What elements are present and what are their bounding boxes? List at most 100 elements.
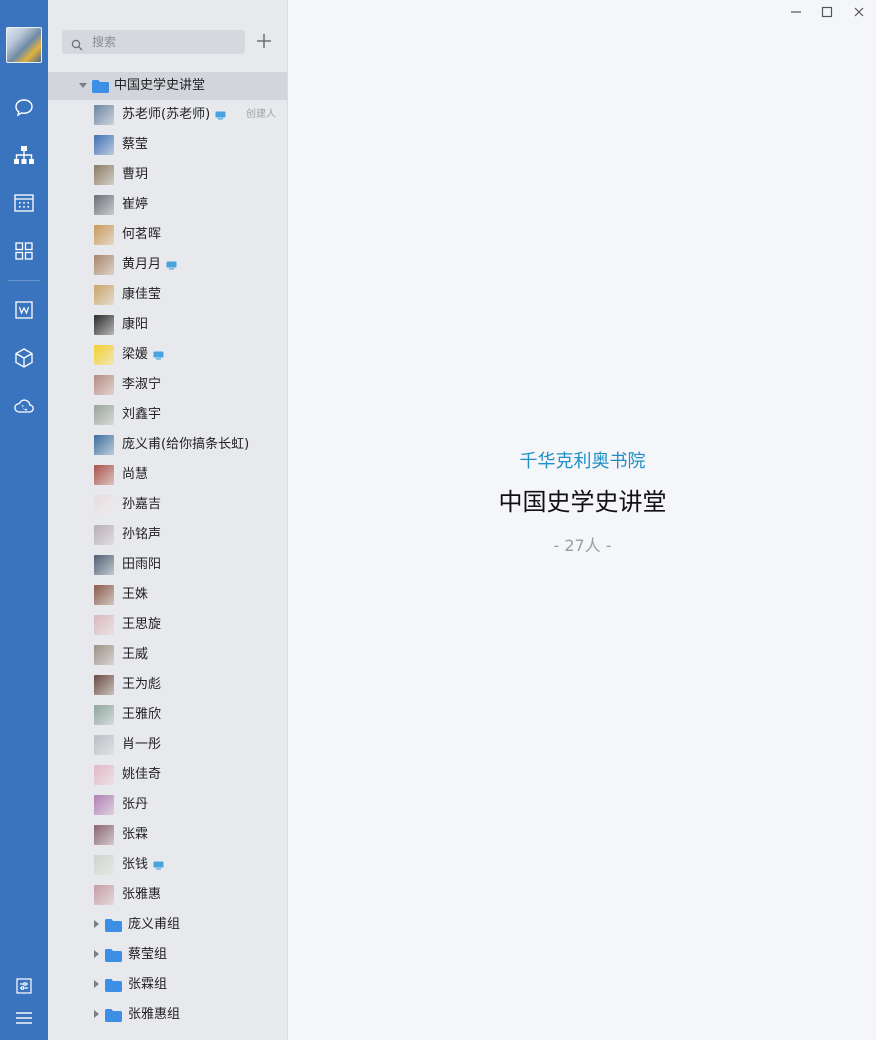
- group-title: 中国史学史讲堂: [498, 488, 667, 516]
- member-name: 刘鑫宇: [122, 407, 162, 422]
- member-row[interactable]: 王为彪: [48, 670, 287, 700]
- subgroup-list: 庞义甫组蔡莹组张霖组 张雅惠组: [48, 910, 287, 1030]
- member-row[interactable]: 王雅欣: [48, 700, 287, 730]
- subgroup-row[interactable]: 蔡莹组: [48, 940, 287, 970]
- avatar: [94, 405, 114, 425]
- chevron-right-icon[interactable]: [94, 1010, 99, 1018]
- folder-icon: [105, 979, 122, 992]
- avatar: [94, 165, 114, 185]
- chevron-right-icon[interactable]: [94, 920, 99, 928]
- member-row[interactable]: 王威: [48, 640, 287, 670]
- avatar: [94, 795, 114, 815]
- main-area: 千华克利奥书院 中国史学史讲堂 - 27人 -: [289, 0, 876, 1040]
- avatar: [94, 435, 114, 455]
- chevron-right-icon[interactable]: [94, 950, 99, 958]
- member-row[interactable]: 黄月月: [48, 250, 287, 280]
- member-name: 孙嘉吉: [122, 497, 162, 512]
- subgroup-label: 蔡莹组: [128, 947, 168, 962]
- member-name: 苏老师(苏老师): [122, 107, 211, 122]
- group-root[interactable]: 中国史学史讲堂: [48, 72, 287, 100]
- member-row[interactable]: 曹玥: [48, 160, 287, 190]
- avatar: [94, 135, 114, 155]
- member-row[interactable]: 崔婷: [48, 190, 287, 220]
- org-chart-icon[interactable]: [12, 143, 36, 167]
- avatar: [94, 705, 114, 725]
- member-row[interactable]: 康阳: [48, 310, 287, 340]
- settings-sliders-icon[interactable]: [12, 974, 36, 998]
- member-name: 尚慧: [122, 467, 149, 482]
- member-row[interactable]: 苏老师(苏老师) 创建人: [48, 100, 287, 130]
- search-box[interactable]: [62, 30, 245, 54]
- member-name: 王思旋: [122, 617, 162, 632]
- chevron-down-icon[interactable]: [79, 83, 87, 88]
- member-name: 田雨阳: [122, 557, 162, 572]
- avatar: [94, 195, 114, 215]
- add-icon[interactable]: [254, 31, 274, 51]
- member-row[interactable]: 庞义甫(给你搞条长虹): [48, 430, 287, 460]
- creator-badge: 创建人: [246, 109, 276, 120]
- pc-online-icon: [215, 111, 226, 120]
- member-name: 康佳莹: [122, 287, 162, 302]
- member-row[interactable]: 张丹: [48, 790, 287, 820]
- minimize-icon[interactable]: [787, 4, 805, 20]
- member-row[interactable]: 张霖: [48, 820, 287, 850]
- member-row[interactable]: 康佳莹: [48, 280, 287, 310]
- close-icon[interactable]: [850, 4, 868, 20]
- member-row[interactable]: 肖一彤: [48, 730, 287, 760]
- member-row[interactable]: 孙嘉吉: [48, 490, 287, 520]
- member-name: 黄月月: [122, 257, 162, 272]
- member-row[interactable]: 孙铭声: [48, 520, 287, 550]
- member-row[interactable]: 田雨阳: [48, 550, 287, 580]
- member-name: 孙铭声: [122, 527, 162, 542]
- subgroup-row[interactable]: 张霖组: [48, 970, 287, 1000]
- chevron-right-icon[interactable]: [94, 980, 99, 988]
- search-input[interactable]: [92, 33, 232, 51]
- menu-icon[interactable]: [12, 1006, 36, 1030]
- member-name: 曹玥: [122, 167, 149, 182]
- member-name: 张霖: [122, 827, 149, 842]
- maximize-icon[interactable]: [818, 4, 836, 20]
- member-name: 王为彪: [122, 677, 162, 692]
- avatar: [94, 555, 114, 575]
- member-name: 张雅惠: [122, 887, 162, 902]
- avatar: [94, 345, 114, 365]
- chat-icon[interactable]: [12, 96, 36, 120]
- calendar-icon[interactable]: [12, 191, 36, 215]
- member-row[interactable]: 姚佳奇: [48, 760, 287, 790]
- member-row[interactable]: 王思旋: [48, 610, 287, 640]
- avatar: [94, 765, 114, 785]
- member-row[interactable]: 尚慧: [48, 460, 287, 490]
- member-row[interactable]: 何茗晖: [48, 220, 287, 250]
- member-row[interactable]: 张雅惠: [48, 880, 287, 910]
- org-name[interactable]: 千华克利奥书院: [289, 447, 876, 473]
- member-row[interactable]: 李淑宁: [48, 370, 287, 400]
- member-row[interactable]: 刘鑫宇: [48, 400, 287, 430]
- member-row[interactable]: 梁媛: [48, 340, 287, 370]
- member-name: 王威: [122, 647, 149, 662]
- subgroup-row[interactable]: 张雅惠组: [48, 1000, 287, 1030]
- avatar: [94, 645, 114, 665]
- member-row[interactable]: 王姝: [48, 580, 287, 610]
- user-avatar[interactable]: [6, 27, 42, 63]
- avatar: [94, 375, 114, 395]
- apps-grid-icon[interactable]: [12, 239, 36, 263]
- cube-icon[interactable]: [12, 346, 36, 370]
- group-root-label: 中国史学史讲堂: [114, 78, 206, 93]
- pc-online-icon: [153, 861, 164, 870]
- subgroup-label: 庞义甫组: [128, 917, 181, 932]
- member-name: 李淑宁: [122, 377, 162, 392]
- nav-rail: [0, 0, 48, 1040]
- member-name: 梁媛: [122, 347, 149, 362]
- avatar: [94, 465, 114, 485]
- search-icon: [71, 36, 83, 51]
- cloud-phone-icon[interactable]: [12, 394, 36, 418]
- avatar: [94, 105, 114, 125]
- pc-online-icon: [153, 351, 164, 360]
- avatar: [94, 855, 114, 875]
- rail-divider: [8, 280, 40, 281]
- member-row[interactable]: 张钱: [48, 850, 287, 880]
- avatar: [94, 285, 114, 305]
- word-doc-icon[interactable]: [12, 298, 36, 322]
- subgroup-row[interactable]: 庞义甫组: [48, 910, 287, 940]
- member-row[interactable]: 蔡莹: [48, 130, 287, 160]
